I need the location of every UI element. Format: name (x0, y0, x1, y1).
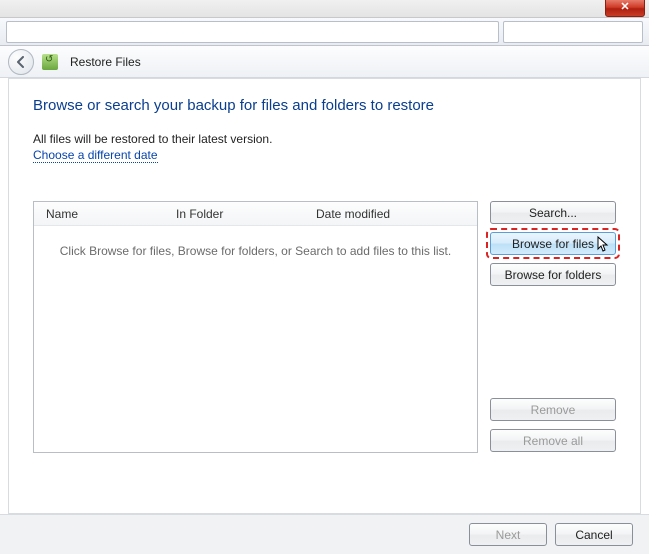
highlight-annotation: Browse for files (487, 229, 619, 258)
next-button: Next (469, 523, 547, 546)
back-button[interactable] (8, 49, 34, 75)
list-header: Name In Folder Date modified (34, 202, 477, 226)
titlebar: ✕ (0, 0, 649, 18)
page-title: Restore Files (70, 55, 141, 69)
info-text: All files will be restored to their late… (33, 132, 616, 146)
nav-strip: Restore Files (0, 46, 649, 78)
cancel-button[interactable]: Cancel (555, 523, 633, 546)
browse-for-files-label: Browse for files (512, 237, 594, 251)
close-icon: ✕ (620, 1, 629, 13)
address-bar (0, 18, 649, 46)
search-field[interactable] (503, 21, 643, 43)
work-area: Name In Folder Date modified Click Brows… (33, 201, 616, 453)
list-empty-message: Click Browse for files, Browse for folde… (34, 226, 477, 452)
file-list: Name In Folder Date modified Click Brows… (33, 201, 478, 453)
remove-button: Remove (490, 398, 616, 421)
back-arrow-icon (15, 56, 27, 68)
footer: Next Cancel (0, 514, 649, 554)
close-button[interactable]: ✕ (605, 0, 645, 17)
breadcrumb-field[interactable] (6, 21, 499, 43)
heading: Browse or search your backup for files a… (33, 97, 616, 114)
content-pane: Browse or search your backup for files a… (8, 78, 641, 514)
browse-for-files-button[interactable]: Browse for files (490, 232, 616, 255)
cursor-icon (597, 236, 611, 254)
browse-for-folders-button[interactable]: Browse for folders (490, 263, 616, 286)
remove-all-button: Remove all (490, 429, 616, 452)
column-name[interactable]: Name (34, 207, 164, 221)
column-in-folder[interactable]: In Folder (164, 207, 304, 221)
side-buttons: Search... Browse for files Browse for fo… (490, 201, 616, 453)
search-button[interactable]: Search... (490, 201, 616, 224)
column-date-modified[interactable]: Date modified (304, 207, 477, 221)
choose-date-link[interactable]: Choose a different date (33, 148, 158, 163)
restore-icon (42, 54, 58, 70)
